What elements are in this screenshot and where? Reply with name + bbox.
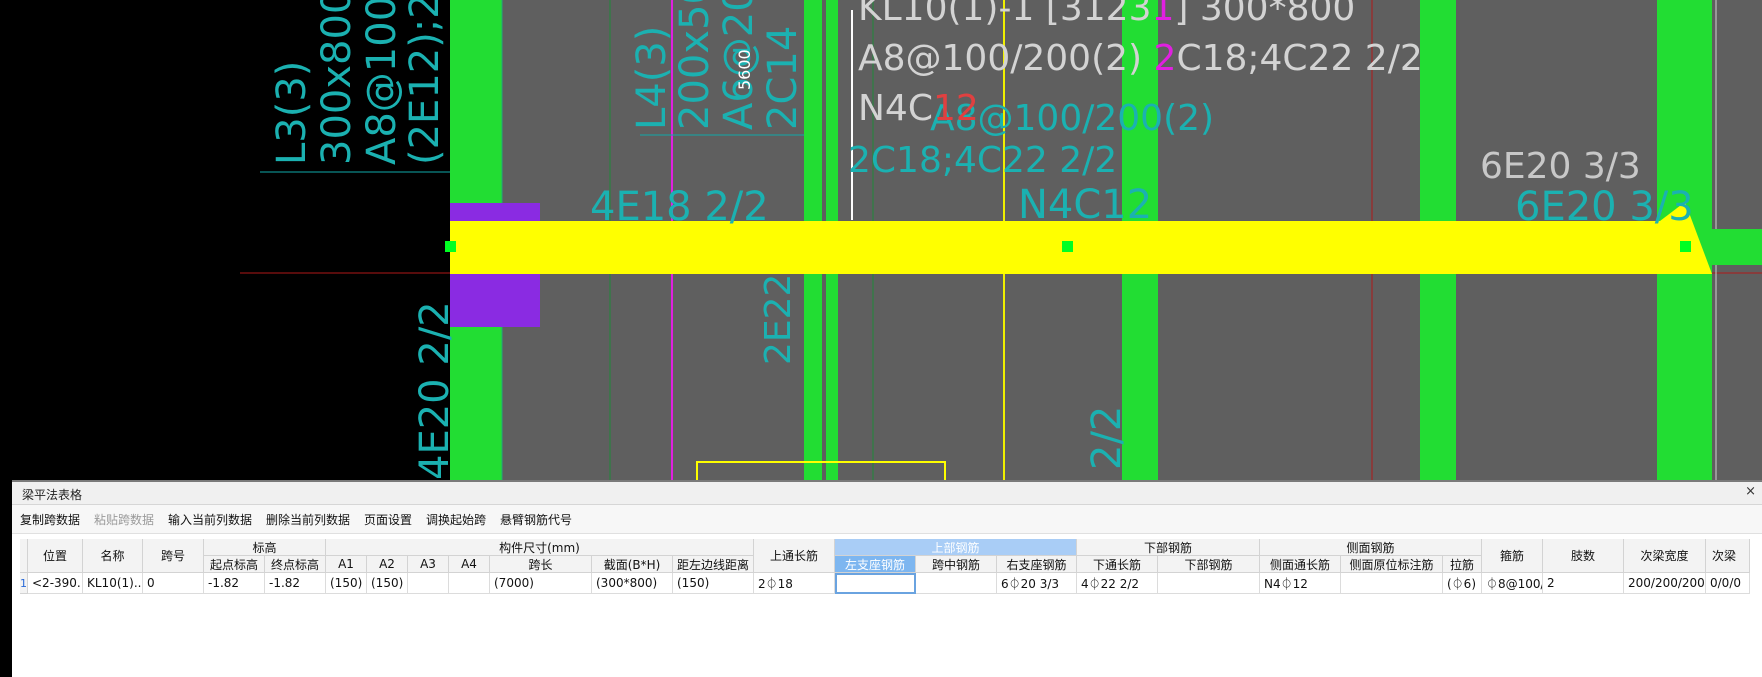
cell-a2[interactable]: (150) (367, 573, 408, 594)
header-end-elev: 终点标高 (265, 556, 326, 573)
kl10-line-1: KL10(1)-1 [31231] 300*800 (858, 0, 1355, 29)
header-tie: 拉筋 (1443, 556, 1482, 573)
cad-drawing[interactable]: 4E18 2/2 N4C12 2C18;4C22 2/2 A8@100/200(… (0, 0, 1762, 480)
input-column-button[interactable]: 输入当前列数据 (168, 511, 252, 528)
header-span-no: 跨号 (143, 539, 204, 573)
header-a1: A1 (326, 556, 367, 573)
header-mid-span: 跨中钢筋 (916, 556, 997, 573)
beam-table-panel: 梁平法表格 × 复制跨数据 粘贴跨数据 输入当前列数据 删除当前列数据 页面设置… (12, 480, 1762, 677)
cell-tie[interactable]: (⏀6) (1443, 573, 1482, 594)
l3-label-4: (2E12);2E22 (402, 0, 448, 165)
grip-start[interactable] (445, 241, 456, 252)
dimension-5600: 5600 (735, 49, 754, 90)
header-bottom-bars: 下部钢筋 (1158, 556, 1260, 573)
cell-top-through[interactable]: 2⏀18 (754, 573, 835, 594)
header-name: 名称 (83, 539, 143, 573)
delete-column-button[interactable]: 删除当前列数据 (266, 511, 350, 528)
cell-bottom-through[interactable]: 4⏀22 2/2 (1077, 573, 1158, 594)
header-top-rebar: 上部钢筋 (835, 539, 1077, 556)
header-stirrup: 箍筋 (1482, 539, 1543, 573)
row-number[interactable]: 1 (20, 573, 28, 594)
cell-end-elev[interactable]: -1.82 (265, 573, 326, 594)
cell-a3[interactable] (408, 573, 449, 594)
copy-span-button[interactable]: 复制跨数据 (20, 511, 80, 528)
grip-end[interactable] (1680, 241, 1691, 252)
cell-secondary-beam[interactable]: 0/0/0 (1706, 573, 1750, 594)
page-setup-button[interactable]: 页面设置 (364, 511, 412, 528)
header-position: 位置 (28, 539, 83, 573)
grip-mid[interactable] (1062, 241, 1073, 252)
cell-a4[interactable] (449, 573, 490, 594)
cell-a1[interactable]: (150) (326, 573, 367, 594)
l4-label-1: L4(3) (629, 26, 675, 130)
left-bottom-label: 4E20 2/2 (412, 301, 458, 480)
header-right-support: 右支座钢筋 (997, 556, 1077, 573)
cell-left-support[interactable] (835, 573, 916, 594)
cell-side-in-situ[interactable] (1341, 573, 1443, 594)
close-icon[interactable]: × (1745, 484, 1756, 499)
cell-name[interactable]: KL10(1)... (83, 573, 143, 594)
cell-span-no[interactable]: 0 (143, 573, 204, 594)
cell-legs[interactable]: 2 (1543, 573, 1624, 594)
header-secondary-width: 次梁宽度 (1624, 539, 1706, 573)
l4-label-4: 2C14 (760, 26, 806, 130)
faint-2c18: 2C18;4C22 2/2 (848, 140, 1117, 181)
faint-22: 2/2 (1084, 406, 1130, 470)
l4-label-2: 200x500 (672, 0, 718, 130)
cell-right-support[interactable]: 6⏀20 3/3 (997, 573, 1077, 594)
header-side-through: 侧面通长筋 (1260, 556, 1341, 573)
header-elevation: 标高 (204, 539, 326, 556)
cell-span-length[interactable]: (7000) (490, 573, 592, 594)
cell-section[interactable]: (300*800) (592, 573, 673, 594)
header-side-rebar: 侧面钢筋 (1260, 539, 1482, 556)
paste-span-button[interactable]: 粘贴跨数据 (94, 511, 154, 528)
kl10-line-3: N4C12 (858, 88, 979, 129)
faint-6e20: 6E20 3/3 (1515, 184, 1694, 230)
faint-2e22: 2E22 (758, 274, 799, 365)
panel-toolbar: 复制跨数据 粘贴跨数据 输入当前列数据 删除当前列数据 页面设置 调换起始跨 悬… (12, 505, 1762, 534)
header-a3: A3 (408, 556, 449, 573)
header-a2: A2 (367, 556, 408, 573)
panel-titlebar: 梁平法表格 × (12, 482, 1762, 505)
cell-mid-span[interactable] (916, 573, 997, 594)
header-size: 构件尺寸(mm) (326, 539, 754, 556)
header-corner (20, 539, 28, 573)
header-span-length: 跨长 (490, 556, 592, 573)
header-bottom-through: 下通长筋 (1077, 556, 1158, 573)
header-left-edge-distance: 距左边线距离 (673, 556, 754, 573)
header-a4: A4 (449, 556, 490, 573)
header-start-elev: 起点标高 (204, 556, 265, 573)
header-secondary-beam: 次梁 (1706, 539, 1750, 573)
l3-label-2: 300x800 (314, 0, 360, 165)
l3-label-3: A8@100/200(2) (359, 0, 405, 165)
header-section: 截面(B*H) (592, 556, 673, 573)
header-left-support: 左支座钢筋 (835, 556, 916, 573)
cell-stirrup[interactable]: ⏀8@100/ (1482, 573, 1543, 594)
cad-drawing-canvas[interactable]: 4E18 2/2 N4C12 2C18;4C22 2/2 A8@100/200(… (0, 0, 1762, 480)
right-rebar-label: 6E20 3/3 (1480, 146, 1641, 187)
kl10-line-2: A8@100/200(2) 2C18;4C22 2/2 (858, 38, 1423, 79)
cell-left-edge-distance[interactable]: (150) (673, 573, 754, 594)
faint-4e18: 4E18 2/2 (590, 184, 769, 230)
cell-bottom-bars[interactable] (1158, 573, 1260, 594)
cell-secondary-width[interactable]: 200/200/200 (1624, 573, 1706, 594)
swap-start-span-button[interactable]: 调换起始跨 (426, 511, 486, 528)
beam-adjacent (1712, 229, 1762, 265)
cell-side-through[interactable]: N4⏀12 (1260, 573, 1341, 594)
l3-label-1: L3(3) (269, 61, 315, 165)
header-legs: 肢数 (1543, 539, 1624, 573)
header-side-in-situ: 侧面原位标注筋 (1341, 556, 1443, 573)
panel-title: 梁平法表格 (22, 488, 83, 502)
cell-start-elev[interactable]: -1.82 (204, 573, 265, 594)
cell-position[interactable]: <2-390... (28, 573, 83, 594)
faint-n4c12: N4C12 (1018, 182, 1152, 228)
cantilever-code-button[interactable]: 悬臂钢筋代号 (500, 511, 572, 528)
header-bottom-rebar: 下部钢筋 (1077, 539, 1260, 556)
header-top-through: 上通长筋 (754, 539, 835, 573)
